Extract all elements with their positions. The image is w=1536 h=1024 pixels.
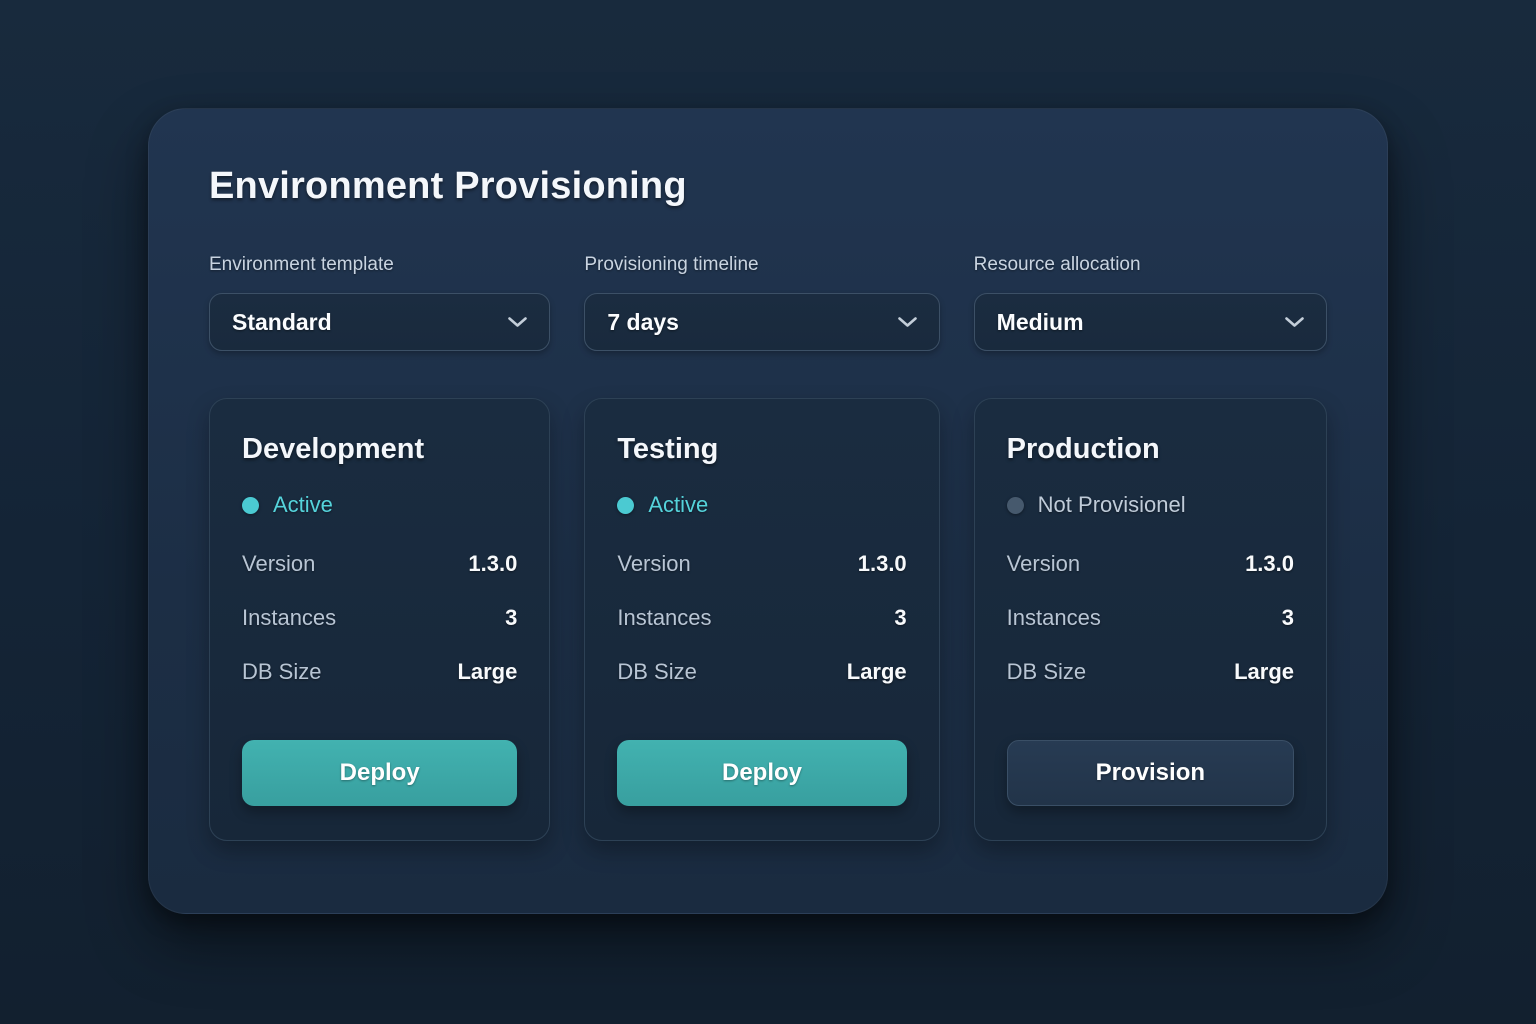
detail-value: Large <box>847 659 907 685</box>
card-development: Development Active Version 1.3.0 Instanc… <box>209 398 550 841</box>
provisioning-form: Environment template Standard Provisioni… <box>209 254 1327 351</box>
detail-value: 3 <box>894 605 906 631</box>
card-details: Version 1.3.0 Instances 3 DB Size Large <box>242 537 517 699</box>
detail-value: 1.3.0 <box>858 551 907 577</box>
card-title: Testing <box>617 433 906 466</box>
deploy-button[interactable]: Deploy <box>617 740 906 806</box>
status-dot-icon <box>617 497 634 514</box>
card-details: Version 1.3.0 Instances 3 DB Size Large <box>1007 537 1294 699</box>
deploy-button[interactable]: Deploy <box>242 740 517 806</box>
detail-value: 1.3.0 <box>468 551 517 577</box>
detail-label: DB Size <box>242 659 321 685</box>
card-details: Version 1.3.0 Instances 3 DB Size Large <box>617 537 906 699</box>
detail-row-version: Version 1.3.0 <box>617 537 906 591</box>
resource-allocation-value: Medium <box>997 309 1084 336</box>
environment-template-value: Standard <box>232 309 332 336</box>
status-dot-icon <box>242 497 259 514</box>
detail-value: 3 <box>505 605 517 631</box>
detail-row-instances: Instances 3 <box>242 591 517 645</box>
status-badge: Active <box>242 492 517 518</box>
detail-label: Instances <box>242 605 336 631</box>
detail-value: 3 <box>1282 605 1294 631</box>
provisioning-timeline-select[interactable]: 7 days <box>584 293 939 351</box>
card-title: Development <box>242 433 517 466</box>
detail-label: Version <box>617 551 690 577</box>
detail-row-instances: Instances 3 <box>1007 591 1294 645</box>
detail-row-version: Version 1.3.0 <box>1007 537 1294 591</box>
page-title: Environment Provisioning <box>209 165 1327 208</box>
resource-allocation-label: Resource allocation <box>974 254 1327 276</box>
environment-provisioning-panel: Environment Provisioning Environment tem… <box>148 108 1388 914</box>
detail-row-db-size: DB Size Large <box>242 645 517 699</box>
provision-button[interactable]: Provision <box>1007 740 1294 806</box>
card-production: Production Not Provisionel Version 1.3.0… <box>974 398 1327 841</box>
detail-value: Large <box>457 659 517 685</box>
resource-allocation-select[interactable]: Medium <box>974 293 1327 351</box>
detail-label: Version <box>1007 551 1080 577</box>
detail-value: 1.3.0 <box>1245 551 1294 577</box>
detail-row-db-size: DB Size Large <box>1007 645 1294 699</box>
field-environment-template: Environment template Standard <box>209 254 550 351</box>
environment-template-label: Environment template <box>209 254 550 276</box>
status-label: Not Provisionel <box>1038 492 1186 518</box>
environment-cards: Development Active Version 1.3.0 Instanc… <box>209 398 1327 841</box>
field-resource-allocation: Resource allocation Medium <box>974 254 1327 351</box>
status-label: Active <box>273 492 333 518</box>
provisioning-timeline-value: 7 days <box>607 309 679 336</box>
detail-row-db-size: DB Size Large <box>617 645 906 699</box>
status-badge: Active <box>617 492 906 518</box>
chevron-down-icon <box>508 317 527 328</box>
field-provisioning-timeline: Provisioning timeline 7 days <box>584 254 939 351</box>
detail-value: Large <box>1234 659 1294 685</box>
detail-label: Version <box>242 551 315 577</box>
detail-row-version: Version 1.3.0 <box>242 537 517 591</box>
card-title: Production <box>1007 433 1294 466</box>
detail-row-instances: Instances 3 <box>617 591 906 645</box>
chevron-down-icon <box>1285 317 1304 328</box>
environment-template-select[interactable]: Standard <box>209 293 550 351</box>
detail-label: DB Size <box>617 659 696 685</box>
provisioning-timeline-label: Provisioning timeline <box>584 254 939 276</box>
detail-label: Instances <box>617 605 711 631</box>
status-label: Active <box>648 492 708 518</box>
chevron-down-icon <box>898 317 917 328</box>
detail-label: Instances <box>1007 605 1101 631</box>
status-badge: Not Provisionel <box>1007 492 1294 518</box>
detail-label: DB Size <box>1007 659 1086 685</box>
card-testing: Testing Active Version 1.3.0 Instances 3… <box>584 398 939 841</box>
status-dot-icon <box>1007 497 1024 514</box>
